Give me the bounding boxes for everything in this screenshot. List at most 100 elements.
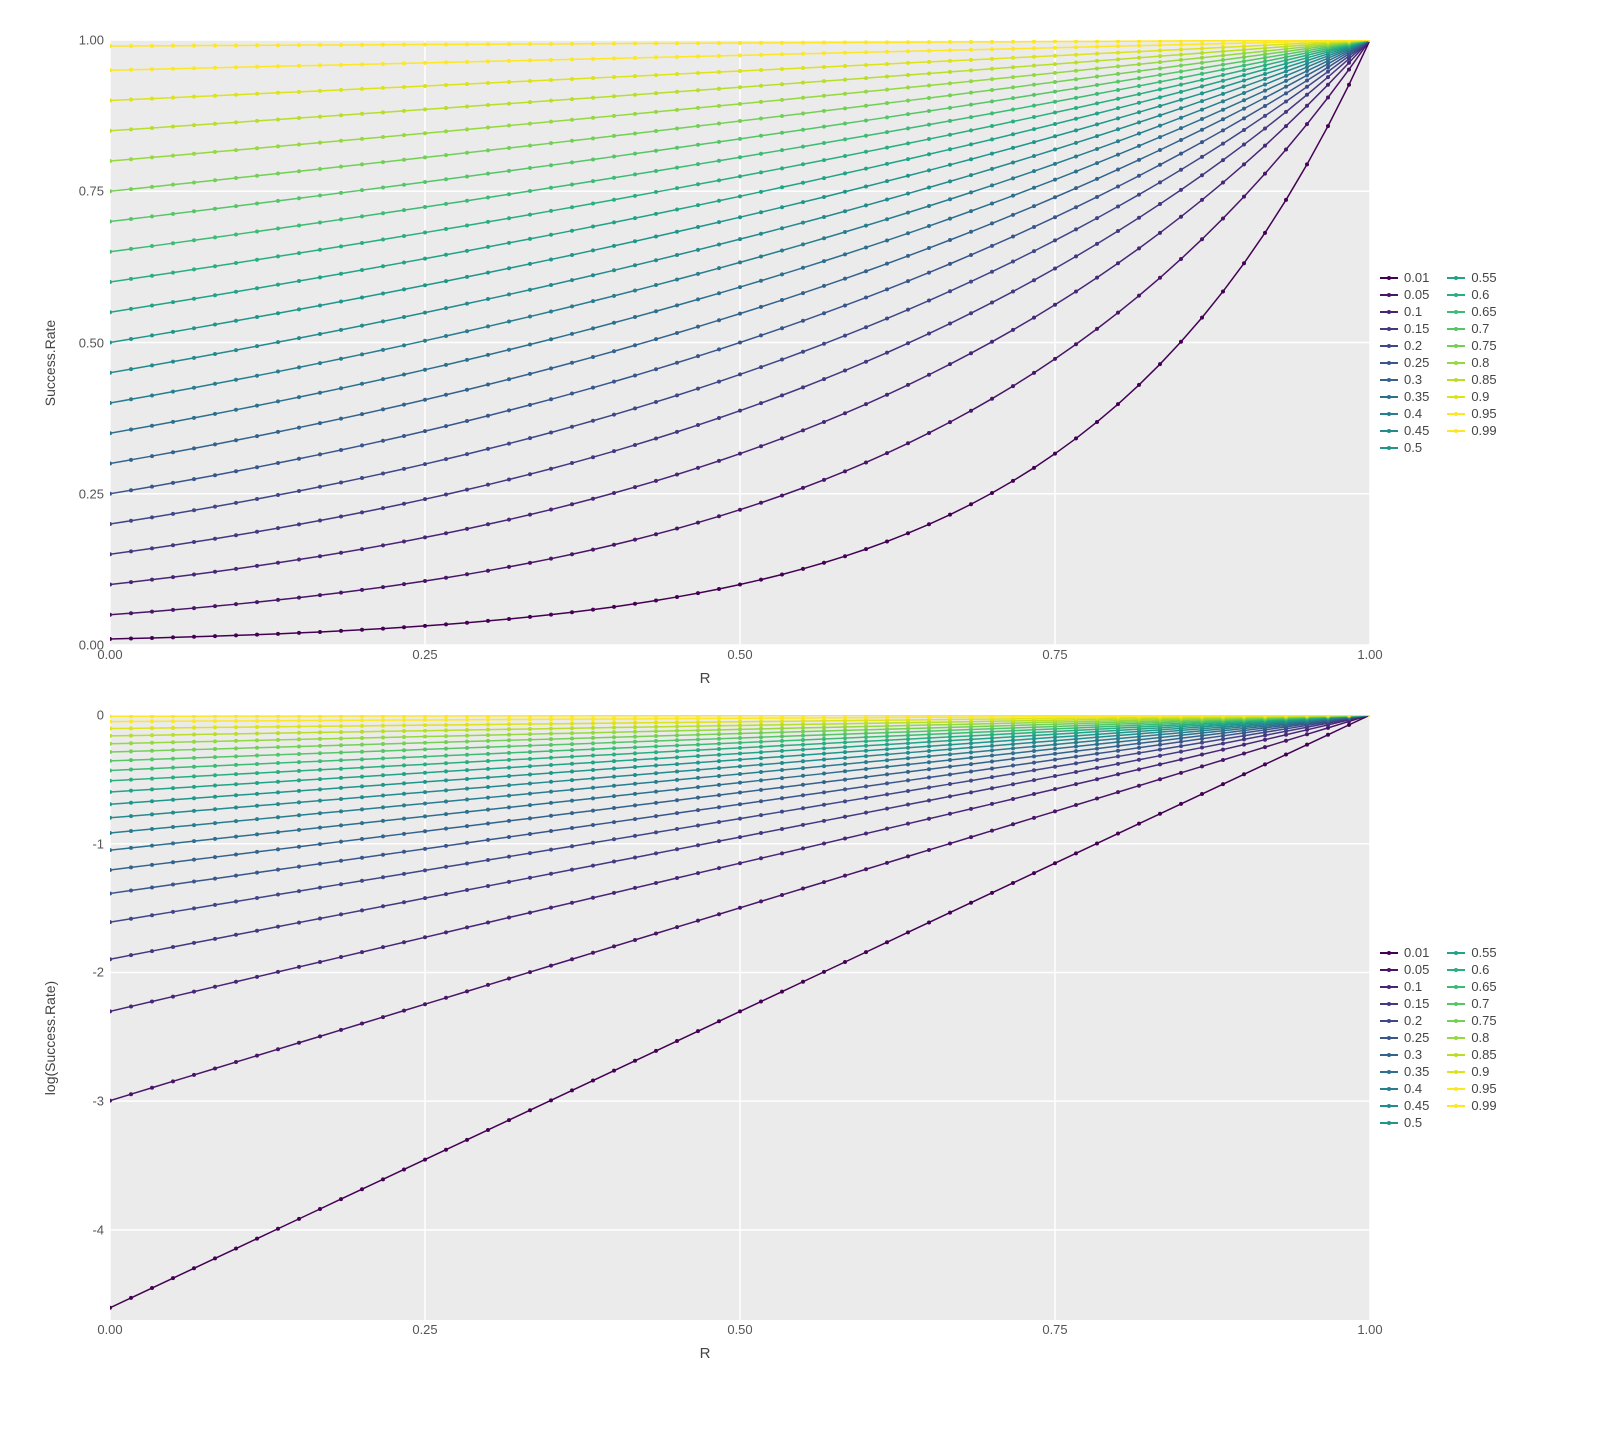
series-point xyxy=(549,906,553,910)
series-point xyxy=(780,730,784,734)
series-point xyxy=(150,812,154,816)
series-point xyxy=(927,83,931,87)
series-point xyxy=(192,416,196,420)
legend-swatch-icon xyxy=(1447,311,1465,313)
series-point xyxy=(423,43,427,47)
legend-item: 0.85 xyxy=(1447,372,1496,387)
series-point xyxy=(507,216,511,220)
series-point xyxy=(696,823,700,827)
series-point xyxy=(192,748,196,752)
series-point xyxy=(927,920,931,924)
legend-item: 0.6 xyxy=(1447,962,1496,977)
series-point xyxy=(780,436,784,440)
series-point xyxy=(1095,747,1099,751)
series-point xyxy=(129,217,133,221)
series-point xyxy=(927,431,931,435)
series-point xyxy=(129,307,133,311)
series-point xyxy=(1137,132,1141,136)
series-point xyxy=(402,781,406,785)
series-point xyxy=(591,864,595,868)
series-point xyxy=(507,348,511,352)
series-point xyxy=(780,726,784,730)
series-point xyxy=(780,827,784,831)
series-point xyxy=(192,386,196,390)
series-point xyxy=(1053,752,1057,756)
series-point xyxy=(276,725,280,729)
series-point xyxy=(528,851,532,855)
series-point xyxy=(1200,84,1204,88)
series-point xyxy=(150,844,154,848)
series-point xyxy=(948,197,952,201)
series-point xyxy=(276,770,280,774)
series-point xyxy=(360,795,364,799)
series-point xyxy=(885,287,889,291)
series-point xyxy=(591,225,595,229)
series-point xyxy=(444,778,448,782)
legend-swatch-icon xyxy=(1380,969,1398,971)
series-point xyxy=(507,42,511,46)
series-point xyxy=(1284,91,1288,95)
legend-item: 0.5 xyxy=(1380,440,1429,455)
series-point xyxy=(864,118,868,122)
series-point xyxy=(738,137,742,141)
series-point xyxy=(633,315,637,319)
series-point xyxy=(381,819,385,823)
series-point xyxy=(1053,46,1057,50)
series-point xyxy=(276,598,280,602)
series-point xyxy=(570,811,574,815)
series-point xyxy=(759,735,763,739)
series-point xyxy=(759,813,763,817)
series-point xyxy=(927,40,931,44)
series-point xyxy=(843,64,847,68)
series-point xyxy=(654,367,658,371)
series-point xyxy=(339,139,343,143)
series-point xyxy=(402,803,406,807)
legend-label: 0.35 xyxy=(1404,1064,1429,1079)
series-point xyxy=(1095,420,1099,424)
series-point xyxy=(1011,260,1015,264)
series-point xyxy=(1074,169,1078,173)
series-point xyxy=(990,754,994,758)
series-point xyxy=(360,547,364,551)
series-point xyxy=(1074,851,1078,855)
series-point xyxy=(150,393,154,397)
series-point xyxy=(675,472,679,476)
series-point xyxy=(1179,138,1183,142)
series-point xyxy=(717,54,721,58)
series-point xyxy=(1137,69,1141,73)
series-point xyxy=(885,217,889,221)
series-point xyxy=(990,67,994,71)
legend-swatch-icon xyxy=(1447,362,1465,364)
series-point xyxy=(633,172,637,176)
series-point xyxy=(696,743,700,747)
series-point xyxy=(486,728,490,732)
series-point xyxy=(465,329,469,333)
series-point xyxy=(507,794,511,798)
series-point xyxy=(654,129,658,133)
series-point xyxy=(654,110,658,114)
series-point xyxy=(129,337,133,341)
series-point xyxy=(1179,168,1183,172)
series-point xyxy=(444,761,448,765)
series-point xyxy=(696,761,700,765)
series-point xyxy=(339,786,343,790)
series-point xyxy=(1158,748,1162,752)
series-point xyxy=(1116,106,1120,110)
series-point xyxy=(528,436,532,440)
series-point xyxy=(507,783,511,787)
series-point xyxy=(507,442,511,446)
series-point xyxy=(444,740,448,744)
series-point xyxy=(528,715,532,718)
series-point xyxy=(675,729,679,733)
series-point xyxy=(801,823,805,827)
series-point xyxy=(633,374,637,378)
series-point xyxy=(1242,73,1246,77)
series-point xyxy=(696,162,700,166)
series-point xyxy=(1116,229,1120,233)
legend-swatch-icon xyxy=(1380,986,1398,988)
plot-block-top: Success.Rate R 0.000.250.500.751.00 0.00… xyxy=(30,30,1380,695)
legend-label: 0.65 xyxy=(1471,979,1496,994)
series-point xyxy=(885,792,889,796)
series-point xyxy=(717,742,721,746)
series-point xyxy=(1074,749,1078,753)
